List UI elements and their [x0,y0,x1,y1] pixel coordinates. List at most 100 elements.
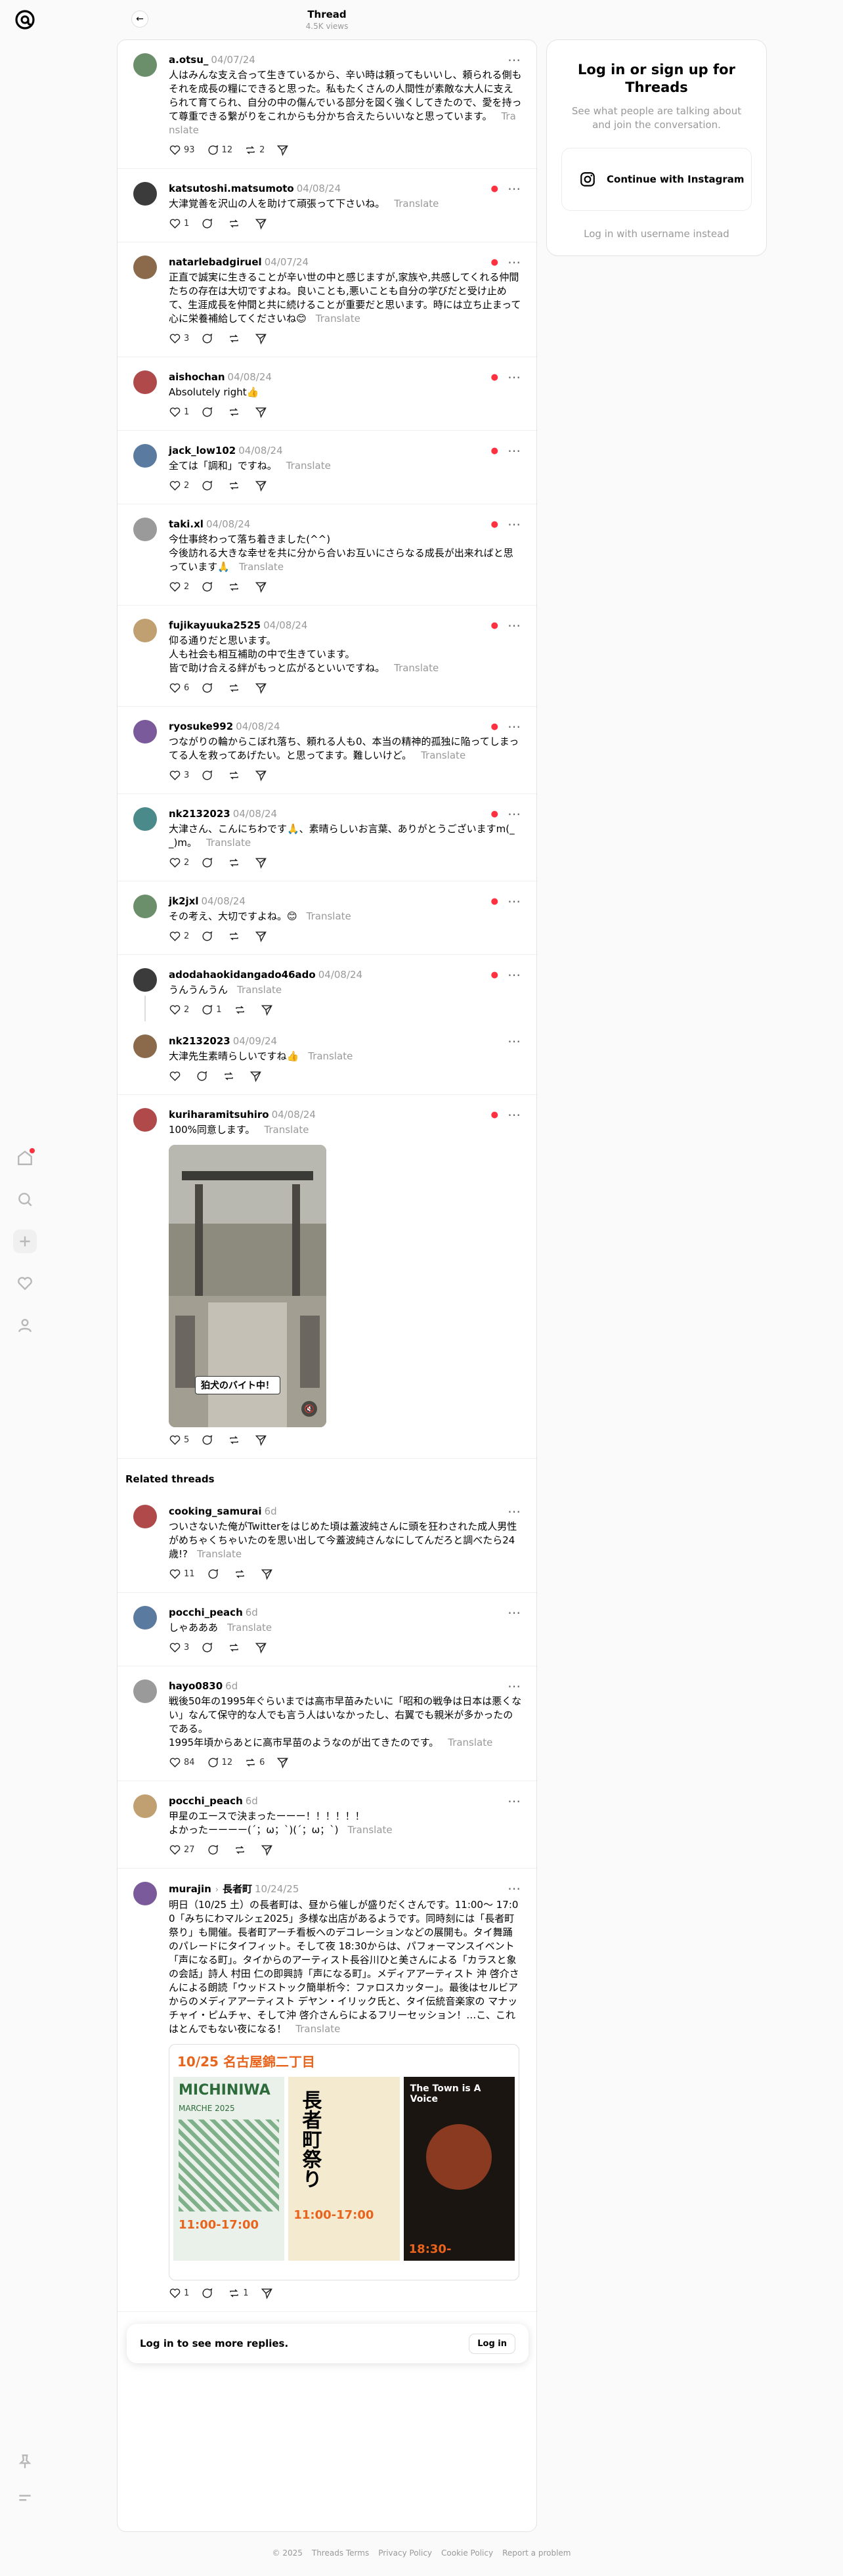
share-button[interactable] [255,856,269,869]
heart-icon[interactable] [13,1272,37,1295]
username[interactable]: adodahaokidangado46ado [169,969,316,981]
repost-button[interactable]: 6 [244,1756,265,1769]
username-login-link[interactable]: Log in with username instead [547,228,766,240]
login-button[interactable]: Log in [469,2333,515,2354]
username[interactable]: jack_low102 [169,445,236,456]
comment-button[interactable]: 12 [207,1756,232,1769]
share-button[interactable] [255,332,269,345]
translate-link[interactable]: Translate [239,561,284,573]
comment-button[interactable] [201,930,216,943]
avatar[interactable] [133,1794,157,1818]
share-button[interactable] [255,682,269,694]
more-options-icon[interactable]: ⋯ [508,181,521,196]
event-poster-image[interactable]: 10/25 名古屋錦二丁目 MICHINIWA MARCHE 2025 11:00-… [169,2044,519,2280]
comment-button[interactable]: 12 [207,144,232,156]
repost-button[interactable] [228,930,243,943]
share-button[interactable] [276,1756,291,1769]
like-button[interactable]: 27 [169,1844,195,1856]
like-button[interactable]: 1 [169,2287,189,2299]
repost-button[interactable] [228,769,243,782]
more-options-icon[interactable]: ⋯ [508,254,521,270]
username[interactable]: pocchi_peach [169,1607,243,1618]
username[interactable]: nk2132023 [169,808,230,820]
search-icon[interactable] [13,1188,37,1211]
translate-link[interactable]: Translate [227,1622,272,1633]
like-button[interactable]: 11 [169,1568,195,1580]
comment-button[interactable] [201,479,216,492]
share-button[interactable] [261,1568,275,1580]
repost-button[interactable] [228,1641,243,1654]
comment-button[interactable] [201,682,216,694]
share-button[interactable] [261,1844,275,1856]
translate-link[interactable]: Translate [394,198,439,210]
profile-icon[interactable] [13,1314,37,1337]
avatar[interactable] [133,370,157,394]
comment-button[interactable] [207,1568,222,1580]
more-options-icon[interactable]: ⋯ [508,52,521,68]
avatar[interactable] [133,255,157,279]
translate-link[interactable]: Translate [421,749,465,761]
like-button[interactable]: 3 [169,769,189,782]
repost-button[interactable] [234,1844,249,1856]
username[interactable]: cooking_samurai [169,1505,262,1517]
repost-button[interactable] [228,217,243,230]
more-options-icon[interactable]: ⋯ [508,967,521,983]
more-options-icon[interactable]: ⋯ [508,516,521,532]
like-button[interactable]: 3 [169,332,189,345]
avatar[interactable] [133,1679,157,1703]
translate-link[interactable]: Translate [394,662,439,674]
translate-link[interactable]: Translate [197,1548,242,1560]
more-options-icon[interactable]: ⋯ [508,617,521,633]
share-button[interactable] [255,217,269,230]
more-options-icon[interactable]: ⋯ [508,1605,521,1620]
username[interactable]: katsutoshi.matsumoto [169,183,294,194]
translate-link[interactable]: Translate [448,1737,492,1748]
avatar[interactable] [133,720,157,744]
avatar[interactable] [133,53,157,77]
share-button[interactable] [255,581,269,593]
more-options-icon[interactable]: ⋯ [508,806,521,822]
translate-link[interactable]: Translate [307,910,351,922]
comment-button[interactable]: 1 [201,1004,222,1016]
avatar[interactable] [133,1882,157,1905]
translate-link[interactable]: Translate [206,837,251,849]
footer-link-cookies[interactable]: Cookie Policy [441,2548,493,2558]
repost-button[interactable] [228,406,243,418]
share-button[interactable] [255,1641,269,1654]
translate-link[interactable]: Translate [237,984,282,996]
translate-link[interactable]: Translate [286,460,331,472]
avatar[interactable] [133,1606,157,1630]
repost-button[interactable] [223,1070,238,1082]
username[interactable]: nk2132023 [169,1035,230,1047]
more-options-icon[interactable]: ⋯ [508,1107,521,1122]
translate-link[interactable]: Translate [264,1124,309,1136]
username[interactable]: ryosuke992 [169,721,233,732]
like-button[interactable]: 1 [169,217,189,230]
post-video[interactable]: 狛犬のバイト中！ 🔇 [169,1145,326,1427]
username[interactable]: taki.xl [169,518,204,530]
comment-button[interactable] [196,1070,211,1082]
repost-button[interactable] [228,856,243,869]
username[interactable]: hayo0830 [169,1680,223,1692]
share-button[interactable] [261,2287,275,2299]
username[interactable]: natarlebadgiruel [169,256,262,268]
like-button[interactable]: 2 [169,479,189,492]
threads-logo-icon[interactable] [13,8,37,32]
translate-link[interactable]: Translate [308,1050,353,1062]
topic-tag[interactable]: 長者町 [223,1883,252,1895]
share-button[interactable] [276,144,291,156]
like-button[interactable]: 1 [169,406,189,418]
share-button[interactable] [255,769,269,782]
comment-button[interactable] [201,769,216,782]
username[interactable]: kuriharamitsuhiro [169,1109,269,1121]
username[interactable]: a.otsu_ [169,54,208,66]
share-button[interactable] [255,479,269,492]
like-button[interactable]: 93 [169,144,195,156]
comment-button[interactable] [201,332,216,345]
comment-button[interactable] [201,406,216,418]
repost-button[interactable] [228,581,243,593]
like-button[interactable]: 5 [169,1434,189,1446]
comment-button[interactable] [201,217,216,230]
username[interactable]: pocchi_peach [169,1795,243,1807]
comment-button[interactable] [201,2287,216,2299]
